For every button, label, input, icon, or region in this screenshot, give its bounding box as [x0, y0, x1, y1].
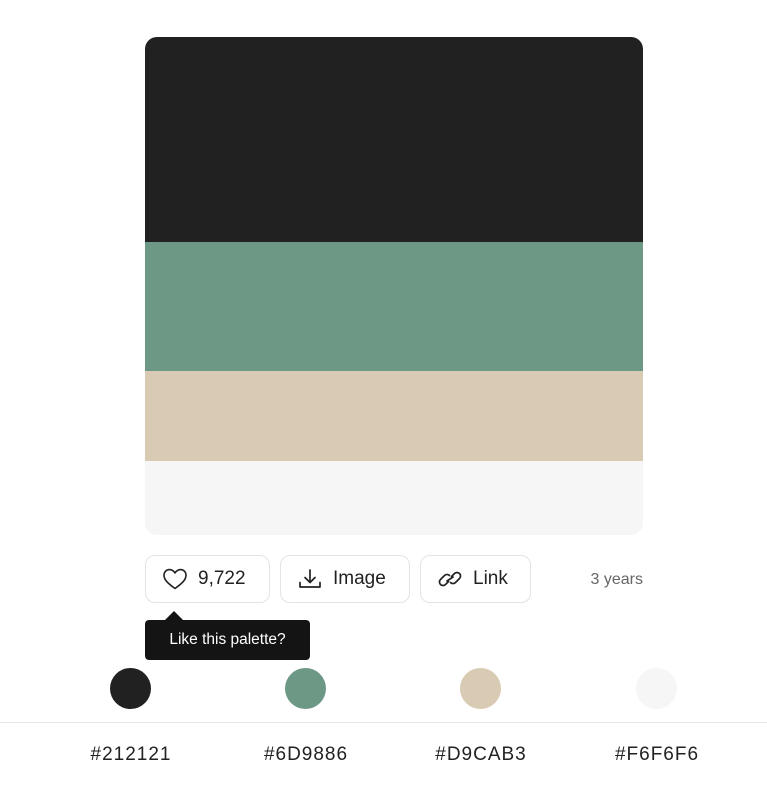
tooltip-arrow: [165, 611, 183, 620]
swatch-2[interactable]: [145, 242, 643, 371]
swatch-4[interactable]: [145, 461, 643, 535]
heart-icon: [162, 567, 188, 591]
swatch-1[interactable]: [145, 37, 643, 242]
color-dot-3[interactable]: [460, 668, 501, 709]
color-dot-1[interactable]: [110, 668, 151, 709]
link-label: Link: [473, 568, 508, 589]
like-button[interactable]: 9,722: [145, 555, 270, 603]
link-icon: [437, 567, 463, 591]
swatch-3[interactable]: [145, 371, 643, 461]
image-label: Image: [333, 568, 386, 589]
like-count: 9,722: [198, 568, 246, 589]
download-icon: [297, 567, 323, 591]
like-tooltip: Like this palette?: [145, 620, 310, 660]
download-image-button[interactable]: Image: [280, 555, 410, 603]
color-code-1[interactable]: #212121: [46, 744, 216, 766]
color-dot-4[interactable]: [636, 668, 677, 709]
color-code-3[interactable]: #D9CAB3: [396, 744, 566, 766]
palette-age: 3 years: [590, 571, 643, 588]
action-bar: 9,722 Image Link: [145, 555, 531, 603]
divider: [0, 722, 767, 723]
color-dots: [0, 668, 767, 710]
copy-link-button[interactable]: Link: [420, 555, 531, 603]
color-dot-2[interactable]: [285, 668, 326, 709]
palette-preview[interactable]: [145, 37, 643, 535]
color-code-4[interactable]: #F6F6F6: [572, 744, 742, 766]
palette-page: 9,722 Image Link 3 years Like this palet…: [0, 0, 767, 785]
color-code-2[interactable]: #6D9886: [221, 744, 391, 766]
